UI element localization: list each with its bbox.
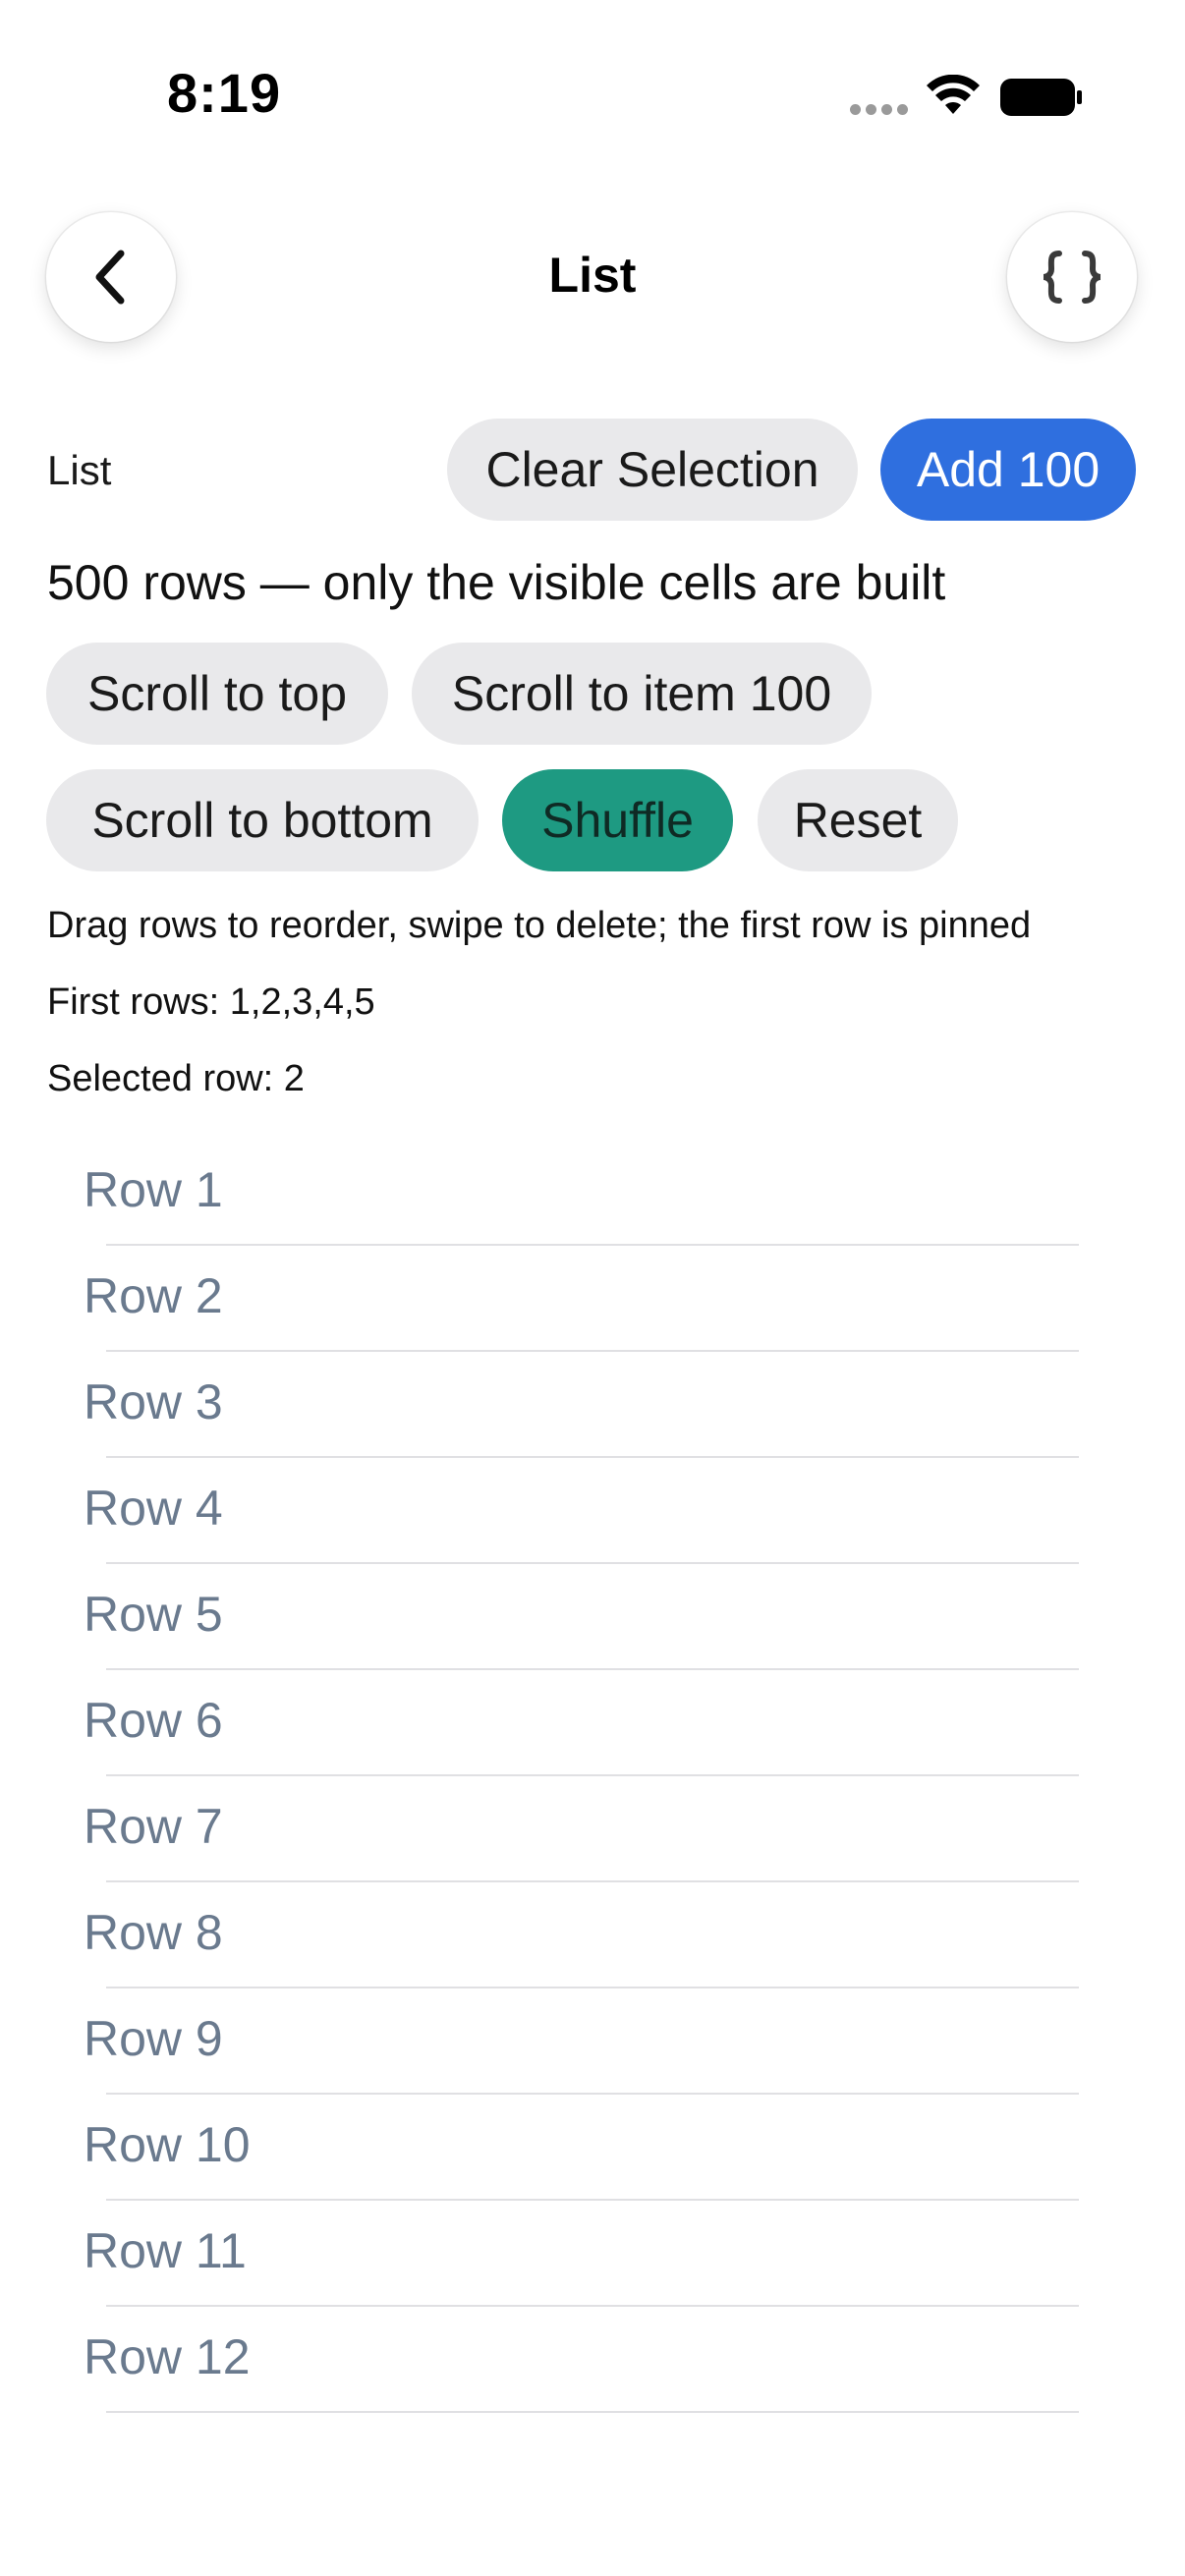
section-label: List — [47, 447, 112, 493]
row-label: Row 10 — [84, 2117, 251, 2172]
list-row[interactable]: Row 1 — [0, 1140, 1185, 1246]
shuffle-button[interactable]: Shuffle — [502, 769, 733, 871]
status-bar: 8:19 — [0, 0, 1185, 187]
curly-braces-icon — [1043, 251, 1101, 304]
scroll-to-bottom-button[interactable]: Scroll to bottom — [46, 769, 479, 871]
row-label: Row 11 — [84, 2223, 247, 2278]
battery-icon — [1000, 79, 1082, 116]
clear-selection-button[interactable]: Clear Selection — [447, 419, 858, 521]
list-row[interactable]: Row 2 — [0, 1246, 1185, 1352]
list-row[interactable]: Row 12 — [0, 2307, 1185, 2413]
row-divider — [106, 2411, 1079, 2413]
first-rows-text: First rows: 1,2,3,4,5 — [47, 981, 375, 1023]
rows-summary: 500 rows — only the visible cells are bu… — [47, 555, 946, 610]
list-row[interactable]: Row 5 — [0, 1564, 1185, 1670]
scroll-to-top-button[interactable]: Scroll to top — [46, 643, 388, 745]
row-label: Row 7 — [84, 1799, 223, 1854]
add-100-button[interactable]: Add 100 — [880, 419, 1136, 521]
scroll-to-item-100-button[interactable]: Scroll to item 100 — [412, 643, 872, 745]
row-label: Row 6 — [84, 1693, 223, 1748]
list-row[interactable]: Row 3 — [0, 1352, 1185, 1458]
list-row[interactable]: Row 11 — [0, 2201, 1185, 2307]
row-label: Row 8 — [84, 1905, 223, 1960]
list-row[interactable]: Row 10 — [0, 2095, 1185, 2201]
row-label: Row 1 — [84, 1162, 223, 1217]
row-label: Row 5 — [84, 1587, 223, 1642]
list-row[interactable]: Row 9 — [0, 1988, 1185, 2095]
selected-row-text: Selected row: 2 — [47, 1058, 305, 1099]
list-row[interactable]: Row 8 — [0, 1882, 1185, 1988]
row-label: Row 2 — [84, 1268, 223, 1323]
cellular-signal-icon — [850, 104, 909, 116]
row-label: Row 9 — [84, 2011, 223, 2066]
list-row[interactable]: Row 6 — [0, 1670, 1185, 1776]
reset-button[interactable]: Reset — [758, 769, 958, 871]
code-button[interactable] — [1007, 212, 1137, 342]
hint-text: Drag rows to reorder, swipe to delete; t… — [47, 905, 1032, 946]
wifi-icon — [927, 75, 980, 114]
list-row[interactable]: Row 4 — [0, 1458, 1185, 1564]
row-label: Row 3 — [84, 1374, 223, 1429]
status-time: 8:19 — [167, 62, 282, 124]
list-row[interactable]: Row 7 — [0, 1776, 1185, 1882]
row-label: Row 4 — [84, 1481, 223, 1536]
row-label: Row 12 — [84, 2329, 251, 2384]
row-list[interactable]: Row 1 Row 2 Row 3 Row 4 Row 5 Row 6 Row … — [0, 1140, 1185, 2413]
